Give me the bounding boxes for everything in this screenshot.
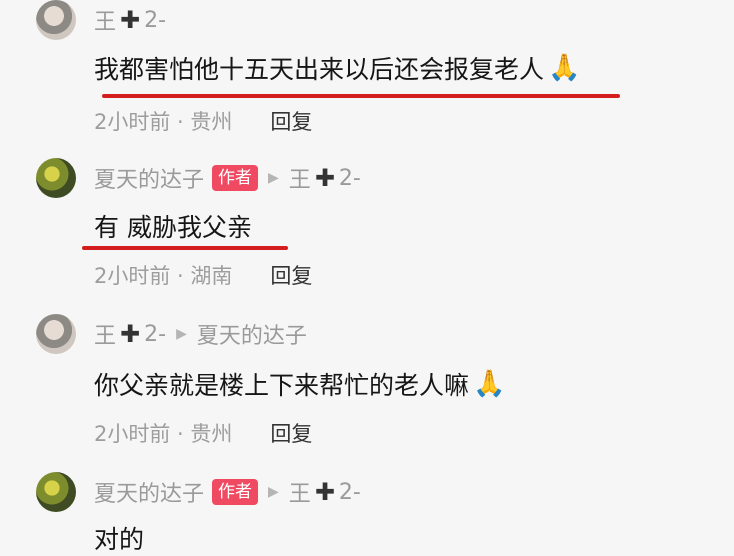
comment-text-body: 对的 — [94, 525, 145, 554]
user-rank: 2- — [144, 321, 167, 347]
reply-to-username[interactable]: 王 — [289, 476, 311, 508]
highlight-underline — [102, 94, 620, 98]
reply-button[interactable]: 回复 — [270, 106, 312, 136]
pray-emoji-icon: 🙏 — [473, 369, 506, 399]
reply-arrow-icon: ▶ — [268, 484, 279, 500]
reply-arrow-icon: ▶ — [268, 170, 279, 186]
reply-to-rank: 2- — [338, 165, 361, 191]
author-avatar[interactable] — [36, 158, 76, 198]
timestamp-location: 2小时前 · 贵州 — [94, 110, 233, 134]
comment-text: 我都害怕他十五天出来以后还会报复老人 🙏 — [94, 48, 580, 88]
username[interactable]: 王 — [94, 318, 116, 350]
comment-header: 王 ✚ 2- — [94, 2, 166, 38]
comment-text-body: 我都害怕他十五天出来以后还会报复老人 — [94, 55, 545, 84]
reply-arrow-icon: ▶ — [176, 326, 187, 342]
username[interactable]: 夏天的达子 — [94, 476, 204, 508]
username[interactable]: 夏天的达子 — [94, 162, 204, 194]
user-rank: 2- — [144, 7, 167, 33]
reply-button[interactable]: 回复 — [270, 260, 312, 290]
plus-icon: ✚ — [314, 164, 335, 192]
reply-to-rank: 2- — [338, 479, 361, 505]
username[interactable]: 王 — [94, 4, 116, 36]
reply-button[interactable]: 回复 — [270, 418, 312, 448]
plus-icon: ✚ — [120, 320, 141, 348]
comment-text-body: 有 威胁我父亲 — [94, 213, 252, 242]
reply-to-username[interactable]: 夏天的达子 — [197, 318, 307, 350]
timestamp-location: 2小时前 · 贵州 — [94, 422, 233, 446]
plus-icon: ✚ — [120, 6, 141, 34]
comment-meta: 2小时前 · 贵州 回复 — [94, 106, 312, 136]
comment-header: 夏天的达子 作者 ▶ 王 ✚ 2- — [94, 160, 361, 196]
comment-meta: 2小时前 · 湖南 回复 — [94, 260, 312, 290]
author-avatar[interactable] — [36, 472, 76, 512]
comment-meta: 2小时前 · 贵州 回复 — [94, 418, 312, 448]
user-avatar[interactable] — [36, 0, 76, 40]
comment-text-body: 你父亲就是楼上下来帮忙的老人嘛 — [94, 371, 470, 400]
highlight-underline — [82, 246, 288, 250]
comment-header: 夏天的达子 作者 ▶ 王 ✚ 2- — [94, 474, 361, 510]
pray-emoji-icon: 🙏 — [548, 53, 581, 83]
user-avatar[interactable] — [36, 314, 76, 354]
comment-text: 对的 — [94, 520, 144, 556]
timestamp-location: 2小时前 · 湖南 — [94, 264, 233, 288]
comment-text: 你父亲就是楼上下来帮忙的老人嘛 🙏 — [94, 364, 505, 404]
reply-to-username[interactable]: 王 — [289, 162, 311, 194]
comment-text: 有 威胁我父亲 — [94, 206, 252, 246]
comment-header: 王 ✚ 2- ▶ 夏天的达子 — [94, 316, 307, 352]
author-badge: 作者 — [212, 165, 259, 191]
plus-icon: ✚ — [314, 478, 335, 506]
author-badge: 作者 — [212, 479, 259, 505]
